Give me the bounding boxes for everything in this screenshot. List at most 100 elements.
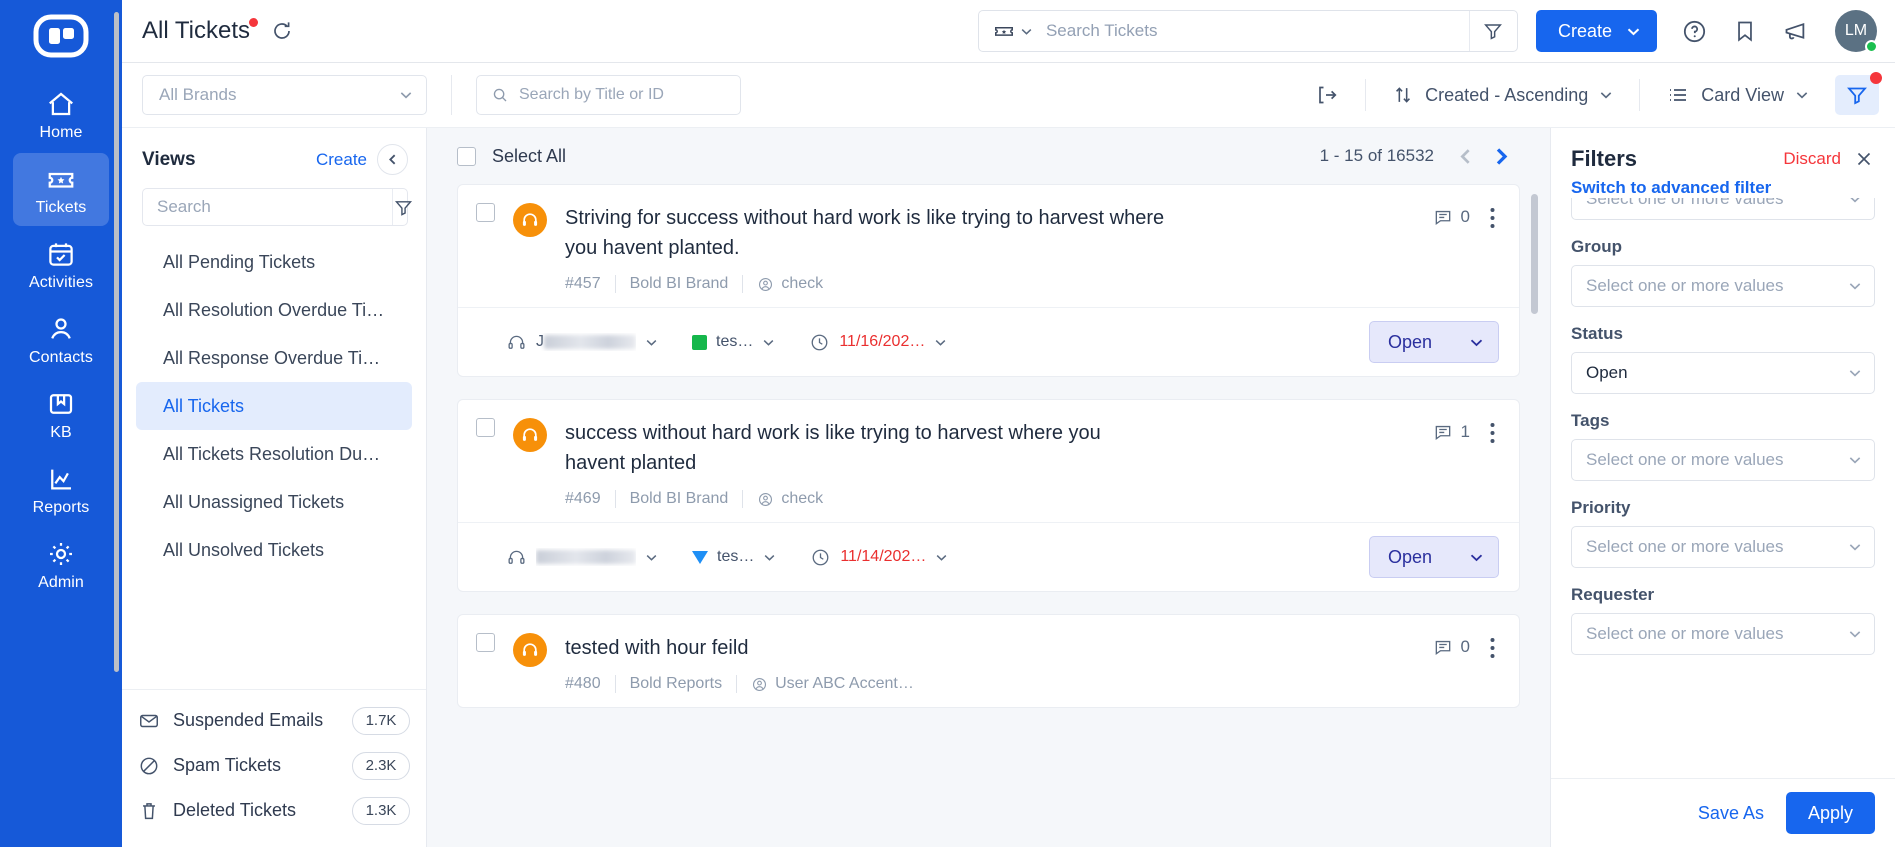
sidebar-item-tickets[interactable]: Tickets — [13, 153, 109, 226]
filter-select-tags[interactable]: Select one or more values — [1571, 439, 1875, 481]
discard-filters-button[interactable]: Discard — [1783, 149, 1841, 169]
view-mode-selector[interactable]: Card View — [1652, 75, 1823, 115]
tickets-scroll-area[interactable]: Striving for success without hard work i… — [427, 184, 1550, 847]
view-item[interactable]: All Resolution Overdue Ti… — [136, 286, 412, 334]
view-item[interactable]: All Response Overdue Ti… — [136, 334, 412, 382]
ticket-due-selector[interactable]: 11/14/202… — [810, 547, 948, 568]
view-item[interactable]: All Unsolved Tickets — [136, 526, 412, 574]
ticket-priority-label: tes… — [716, 333, 754, 350]
ticket-agent-selector[interactable] — [506, 547, 658, 568]
chevron-down-icon — [1849, 283, 1861, 290]
spam-tickets-count: 2.3K — [352, 751, 410, 780]
filter-select-priority[interactable]: Select one or more values — [1571, 526, 1875, 568]
ticket-more-menu[interactable] — [1486, 637, 1499, 659]
views-search-input[interactable] — [143, 197, 392, 217]
sidebar-item-label: Admin — [38, 574, 84, 591]
ticket-priority-selector[interactable]: tes… — [692, 333, 775, 351]
search-input[interactable] — [1041, 11, 1469, 51]
ticket-channel-avatar — [513, 203, 547, 237]
chevron-down-icon — [1849, 544, 1861, 551]
export-button[interactable] — [1301, 75, 1353, 115]
ticket-comments[interactable]: 0 — [1433, 207, 1470, 227]
ticket-status-selector[interactable]: Open — [1369, 321, 1499, 363]
sidebar-item-kb[interactable]: KB — [13, 378, 109, 451]
help-button[interactable] — [1681, 18, 1708, 45]
ticket-title[interactable]: tested with hour feild — [565, 633, 1165, 663]
headset-icon — [508, 550, 525, 564]
ticket-more-menu[interactable] — [1486, 207, 1499, 229]
ticket-card[interactable]: success without hard work is like trying… — [457, 399, 1520, 592]
save-as-button[interactable]: Save As — [1698, 803, 1764, 824]
next-page-button[interactable] — [1483, 146, 1520, 167]
ticket-card[interactable]: tested with hour feild #480 Bold Reports — [457, 614, 1520, 708]
close-filters-button[interactable] — [1853, 148, 1875, 170]
ticket-icon — [994, 27, 1013, 36]
views-filter-button[interactable] — [392, 189, 414, 225]
switch-advanced-filter-link[interactable]: Switch to advanced filter — [1551, 172, 1895, 198]
filters-toggle-button[interactable] — [1835, 72, 1882, 115]
suspended-emails-item[interactable]: Suspended Emails 1.7K — [138, 698, 410, 743]
user-avatar[interactable]: LM — [1835, 10, 1878, 53]
ticket-agent-name — [536, 548, 636, 566]
meta-divider — [614, 675, 616, 693]
sidebar-item-activities[interactable]: Activities — [13, 228, 109, 301]
bookmark-button[interactable] — [1732, 18, 1758, 44]
create-view-button[interactable]: Create — [316, 150, 367, 170]
ticket-agent-selector[interactable]: J — [506, 332, 658, 353]
ticket-title[interactable]: success without hard work is like trying… — [565, 418, 1165, 478]
comment-icon — [1435, 640, 1450, 655]
ticket-select-checkbox[interactable] — [476, 203, 495, 222]
ticket-title[interactable]: Striving for success without hard work i… — [565, 203, 1165, 263]
view-item-all-tickets[interactable]: All Tickets — [136, 382, 412, 430]
ticket-comments[interactable]: 1 — [1433, 422, 1470, 442]
brand-filter-select[interactable]: All Brands — [142, 75, 427, 115]
create-button[interactable]: Create — [1535, 10, 1657, 52]
view-item[interactable]: All Unassigned Tickets — [136, 478, 412, 526]
announcements-button[interactable] — [1782, 18, 1809, 45]
list-toolbar: All Brands Created - A — [122, 63, 1895, 128]
filter-select-status[interactable]: Open — [1571, 352, 1875, 394]
previous-page-button[interactable] — [1448, 147, 1483, 166]
help-circle-icon — [1683, 20, 1706, 42]
page-title-text: All Tickets — [142, 17, 251, 44]
filter-select-clipped[interactable]: Select one or more values — [1571, 198, 1875, 220]
ticket-card-actions: 0 — [1433, 203, 1499, 293]
ticket-priority-selector[interactable]: tes… — [692, 548, 776, 566]
filter-label-requester: Requester — [1571, 585, 1655, 604]
ticket-brand: Bold BI Brand — [629, 275, 729, 292]
view-item[interactable]: All Pending Tickets — [136, 238, 412, 286]
ticket-select-checkbox[interactable] — [476, 418, 495, 437]
deleted-tickets-item[interactable]: Deleted Tickets 1.3K — [138, 788, 410, 833]
ticket-card[interactable]: Striving for success without hard work i… — [457, 184, 1520, 377]
tickets-scrollbar[interactable] — [1531, 194, 1538, 314]
ticket-status-selector[interactable]: Open — [1369, 536, 1499, 578]
filter-select-requester[interactable]: Select one or more values — [1571, 613, 1875, 655]
ticket-more-menu[interactable] — [1486, 422, 1499, 444]
select-all-checkbox[interactable] — [457, 146, 476, 166]
filter-label-group: Group — [1571, 237, 1622, 256]
app-logo[interactable] — [29, 8, 93, 66]
search-filter-button[interactable] — [1468, 11, 1517, 51]
ticket-status-label: Open — [1388, 546, 1433, 567]
chevron-down-icon — [1849, 457, 1861, 464]
refresh-button[interactable] — [270, 19, 294, 43]
chevron-down-icon — [936, 554, 947, 561]
rail-scrollbar[interactable] — [114, 12, 119, 672]
title-id-search-input[interactable] — [519, 86, 726, 104]
sort-selector[interactable]: Created - Ascending — [1378, 75, 1627, 115]
sidebar-item-contacts[interactable]: Contacts — [13, 303, 109, 376]
ticket-comments[interactable]: 0 — [1433, 637, 1470, 657]
global-search — [977, 10, 1518, 52]
ticket-select-checkbox[interactable] — [476, 633, 495, 652]
sidebar-item-admin[interactable]: Admin — [13, 528, 109, 601]
spam-tickets-item[interactable]: Spam Tickets 2.3K — [138, 743, 410, 788]
collapse-views-button[interactable] — [377, 144, 408, 175]
ticket-due-selector[interactable]: 11/16/202… — [809, 332, 947, 353]
sidebar-item-reports[interactable]: Reports — [13, 453, 109, 526]
refresh-icon — [274, 22, 290, 39]
search-type-selector[interactable] — [979, 20, 1042, 42]
apply-filters-button[interactable]: Apply — [1785, 792, 1875, 834]
view-item[interactable]: All Tickets Resolution Du… — [136, 430, 412, 478]
sidebar-item-home[interactable]: Home — [13, 78, 109, 151]
filter-select-group[interactable]: Select one or more values — [1571, 265, 1875, 307]
